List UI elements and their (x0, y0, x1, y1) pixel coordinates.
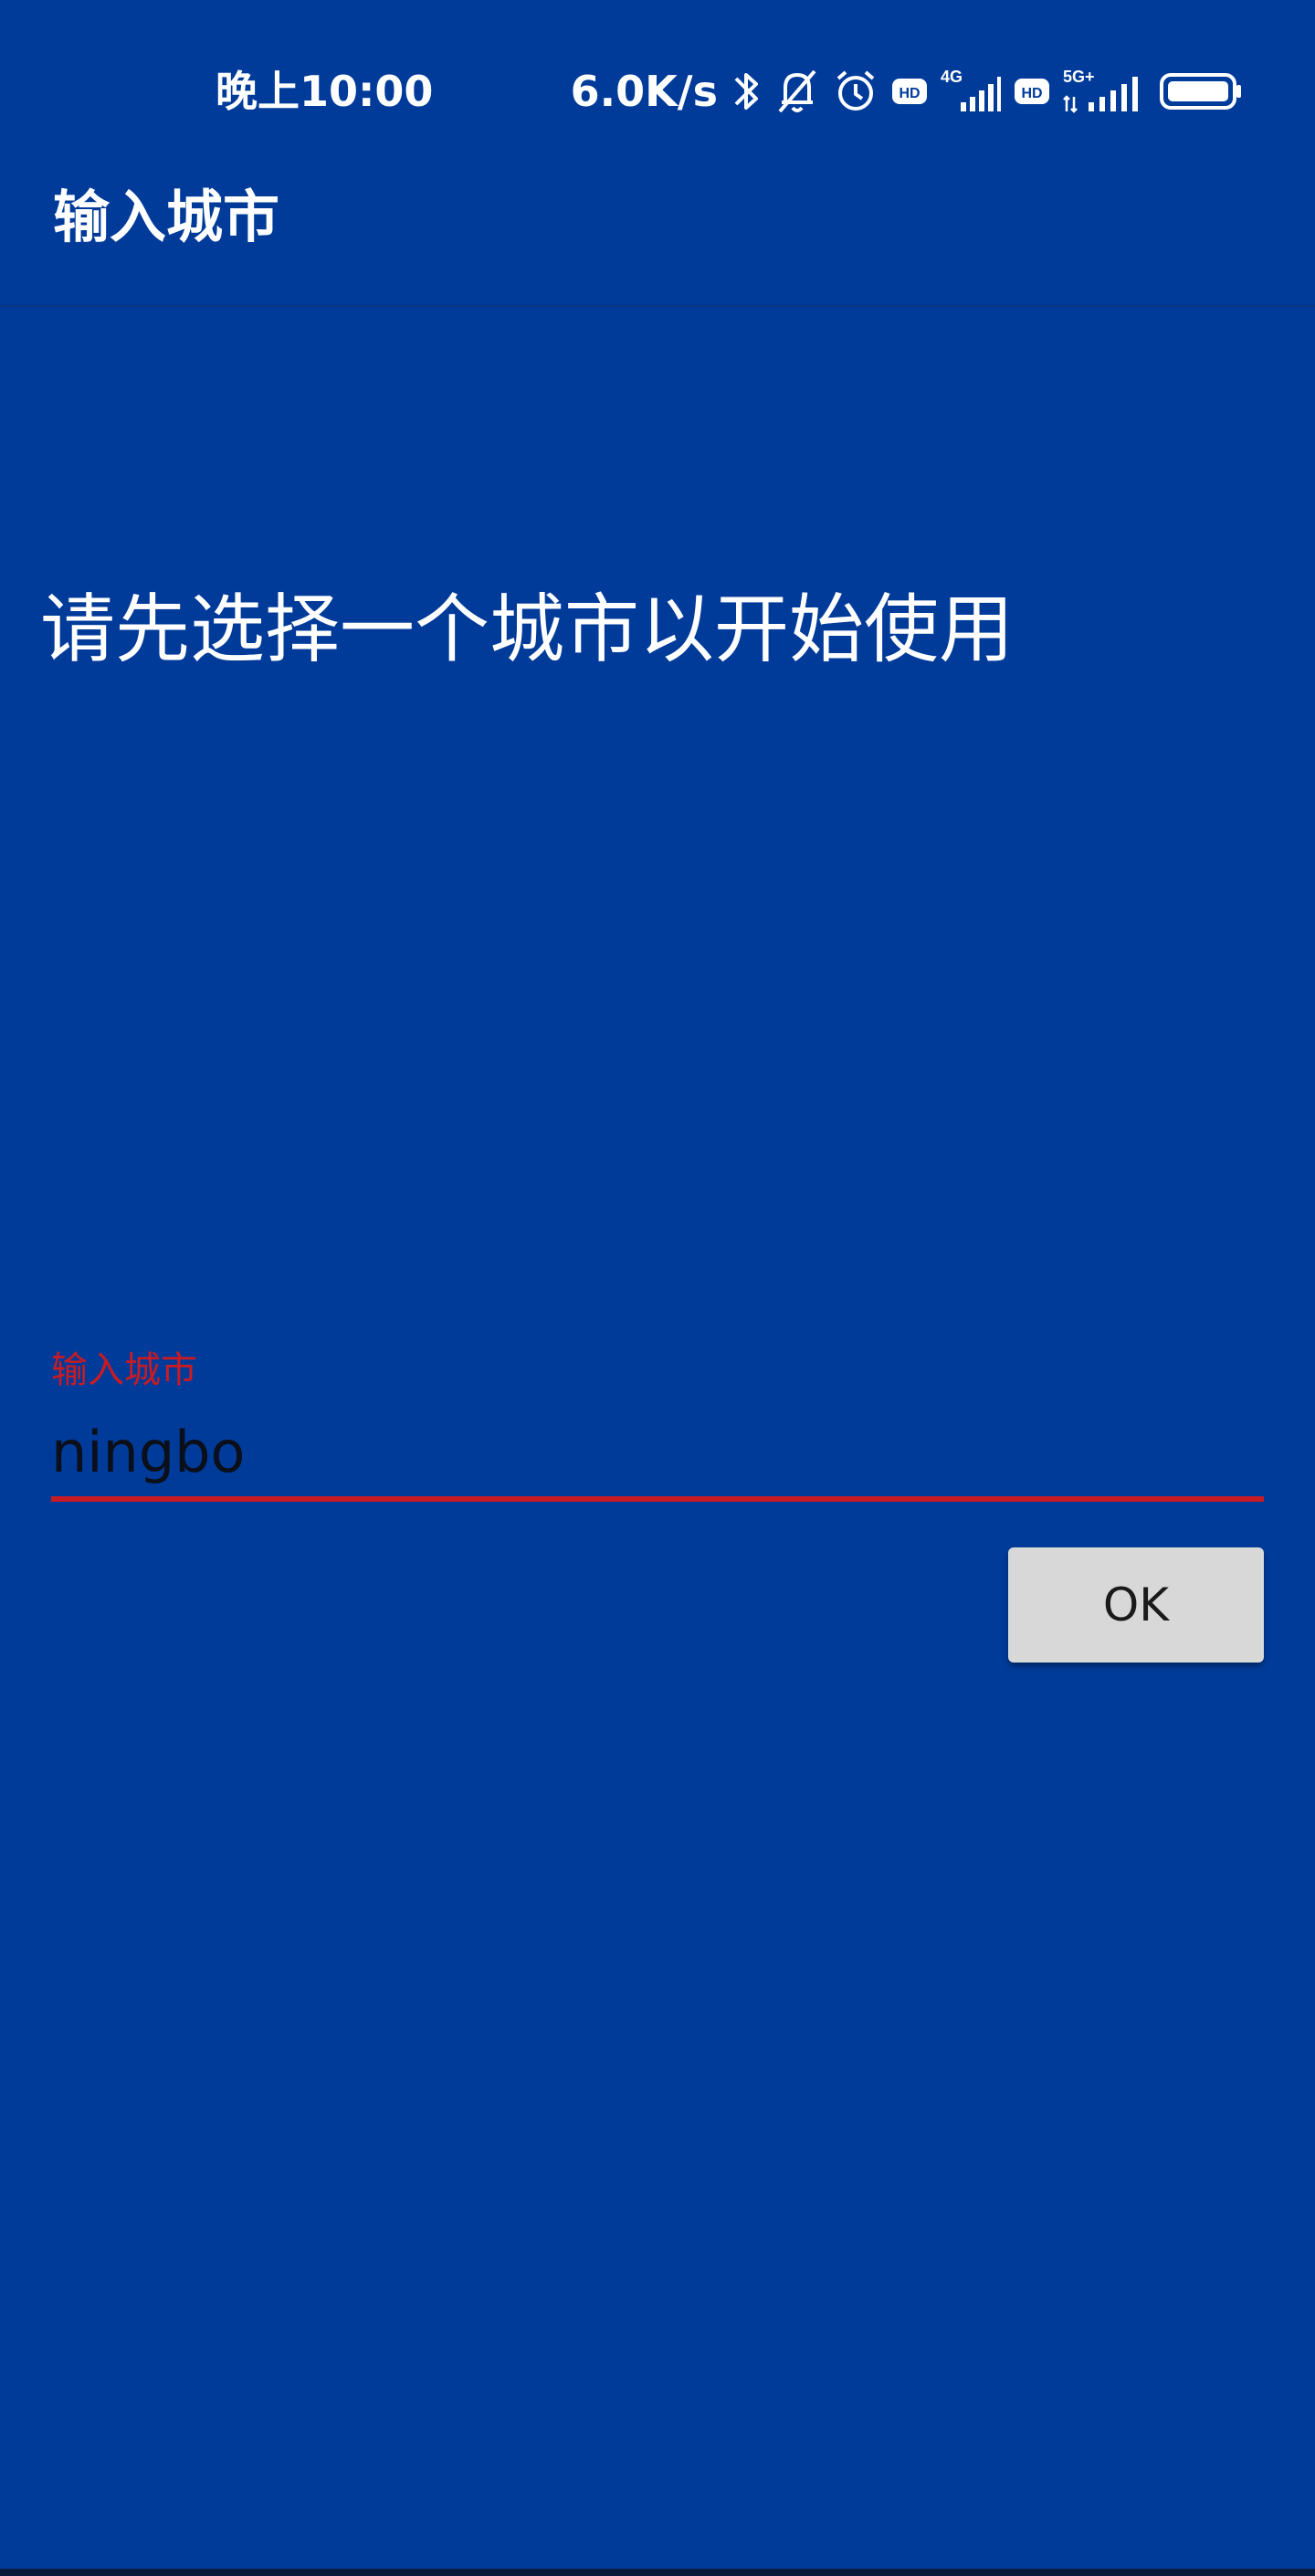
hd-icon-2: HD (1014, 73, 1050, 110)
status-indicators: 6.0K/s HD 4G HD 5G+ (571, 62, 1242, 121)
battery-icon (1160, 71, 1242, 111)
bottom-edge (0, 2569, 1315, 2576)
page-title: 输入城市 (53, 184, 280, 250)
intro-message: 请先选择一个城市以开始使用 (40, 586, 1015, 673)
4g-badge-text: 4G (941, 68, 963, 86)
status-time: 晚上10:00 (216, 67, 434, 116)
mute-bell-icon (774, 66, 820, 117)
city-input-group: 输入城市 (51, 1343, 1264, 1507)
5g-badge-text: 5G+ (1063, 68, 1095, 86)
alarm-icon (833, 66, 878, 117)
app-toolbar: 输入城市 (0, 128, 1315, 307)
hd-badge-text-2: HD (1021, 86, 1042, 101)
network-speed: 6.0K/s (570, 67, 718, 116)
hd-icon: HD (891, 73, 928, 110)
5g-signal-icon: 5G+ (1063, 66, 1147, 117)
city-input[interactable] (51, 1407, 1264, 1502)
city-field-label: 输入城市 (51, 1349, 197, 1391)
hd-badge-text: HD (899, 86, 920, 101)
4g-signal-icon: 4G (941, 66, 1001, 117)
ok-button[interactable]: OK (1008, 1547, 1264, 1663)
bluetooth-icon (731, 66, 762, 117)
